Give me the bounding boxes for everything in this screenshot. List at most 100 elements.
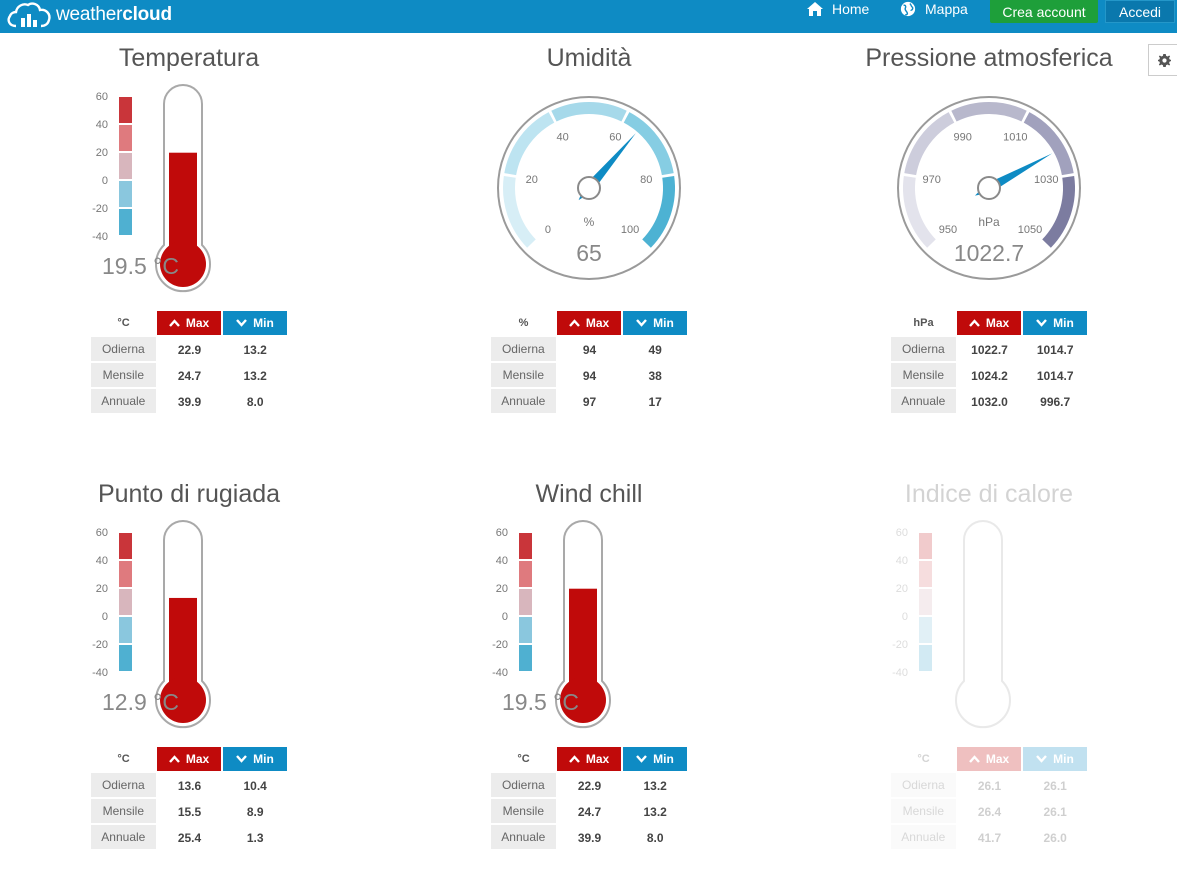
gauge-tick-label: 80 [640,174,652,186]
year-min: 26.0 [1043,831,1067,845]
chevron-up-icon [968,319,980,327]
thermometer-tick-label: 60 [896,527,908,539]
humidity-title: Umidità [546,44,632,72]
scale-band [519,617,532,643]
scale-band [919,533,932,559]
chevron-down-icon [636,755,648,763]
thermometer-tick-label: 40 [896,555,908,567]
year-max: 39.9 [577,831,602,845]
row-label-year: Annuale [91,389,156,415]
month-min: 1014.7 [1036,369,1074,383]
today-min: 26.1 [1043,779,1067,793]
home-icon [807,2,823,16]
row-label-year: Annuale [891,825,956,851]
temperature-value: 19.5 °C [102,253,179,279]
gear-icon [1158,53,1171,67]
today-max: 94 [582,343,597,357]
dew-point-stats-table: °C Max Min Odierna 13.6 10.4 Mensile 15.5 8.… [91,747,287,851]
today-max: 22.9 [177,343,202,357]
heat-index-title: Indice di calore [904,480,1074,508]
today-min: 1014.7 [1036,343,1074,357]
pressure-title: Pressione atmosferica [865,44,1113,72]
scale-band [919,561,932,587]
month-min: 13.2 [243,369,267,383]
row-label-month: Mensile [91,799,156,825]
row-label-month: Mensile [491,363,556,389]
scale-band [119,125,132,151]
chevron-down-icon [236,319,248,327]
year-min: 996.7 [1040,395,1071,409]
month-min: 38 [648,369,662,383]
stats-max-header: Max [957,311,1021,335]
today-max: 1022.7 [971,343,1008,357]
row-label-month: Mensile [891,799,956,825]
gauge-hub [977,176,1001,200]
thermometer-tick-label: 20 [896,583,908,595]
humidity-stats-table: % Max Min Odierna 94 49 Mensile 94 38 Annual… [491,311,687,415]
wind-chill-title: Wind chill [535,480,643,508]
chevron-up-icon [168,319,180,327]
dew-point-value: 12.9 °C [102,689,179,715]
panel-dew-point: Punto di rugiada 60 40 20 0 -20 -40 12.9 °C °… [39,436,339,851]
month-min: 26.1 [1043,805,1067,819]
scale-band [119,561,132,587]
stats-min-header: Min [623,311,687,335]
thermometer-tube [955,520,1011,729]
stats-min-header: Min [623,747,687,771]
heat-index-stats-table: °C Max Min Odierna 26.1 26.1 Mensile 26.4 26… [891,747,1087,851]
thermometer-tick-label: 0 [102,611,108,623]
temperature-title: Temperatura [118,44,260,72]
heat-index-thermometer: 60 40 20 0 -20 -40 [892,520,1011,729]
row-label-today: Odierna [91,773,156,799]
temperature-stats-table: °C Max Min Odierna 22.9 13.2 Mensile 24.7 13… [91,311,287,415]
chevron-up-icon [168,755,180,763]
gauge-tick-label: 20 [526,174,538,186]
row-label-month: Mensile [491,799,556,825]
wind-chill-stats-table: °C Max Min Odierna 22.9 13.2 Mensile 24.7 13… [491,747,687,851]
month-max: 1024.2 [971,369,1008,383]
row-label-month: Mensile [891,363,956,389]
thermometer-tick-label: 60 [496,527,508,539]
gauge-tick-label: 990 [953,131,971,143]
chevron-down-icon [636,319,648,327]
thermometer-tick-label: 0 [502,611,508,623]
row-label-today: Odierna [491,773,556,799]
thermometer-tick-label: -20 [92,203,108,215]
dew-point-title: Punto di rugiada [97,480,281,508]
row-label-year: Annuale [491,389,556,415]
panel-humidity: Umidità 0 20 40 60 80 100% 65 % Max Min Odier… [439,0,739,415]
stats-unit: °C [117,753,130,765]
stats-max-header: Max [157,311,221,335]
panel-temperature: Temperatura 60 40 20 0 -20 -40 19.5 °C °C Max… [39,0,339,415]
row-label-today: Odierna [891,337,956,363]
stats-unit: °C [517,753,530,765]
thermometer-tick-label: -40 [92,667,108,679]
scale-band [119,645,132,671]
month-max: 24.7 [577,805,602,819]
chevron-up-icon [968,755,980,763]
thermometer-tick-label: 60 [96,91,108,103]
stats-min-header: Min [223,311,287,335]
settings-button[interactable] [1148,44,1177,76]
chevron-up-icon [568,755,580,763]
thermometer-mercury [169,597,197,684]
gauge-tick-label: 1050 [1018,224,1042,236]
humidity-value: 65 [576,240,602,266]
scale-band [119,97,132,123]
today-min: 49 [648,343,662,357]
chevron-down-icon [1036,319,1048,327]
wind-chill-value: 19.5 °C [502,689,579,715]
thermometer-tick-label: 60 [96,527,108,539]
gauge-tick-label: 60 [609,131,621,143]
thermometer-tick-label: 40 [96,555,108,567]
thermometer-tick-label: 20 [96,583,108,595]
month-max: 94 [582,369,597,383]
scale-band [119,617,132,643]
pressure-value: 1022.7 [953,240,1025,266]
scale-band [919,589,932,615]
thermometer-tick-label: -40 [892,667,908,679]
scale-band [119,153,132,179]
today-max: 22.9 [577,779,602,793]
panel-wind-chill: Wind chill 60 40 20 0 -20 -40 19.5 °C °C Max … [439,436,739,851]
today-min: 13.2 [643,779,667,793]
